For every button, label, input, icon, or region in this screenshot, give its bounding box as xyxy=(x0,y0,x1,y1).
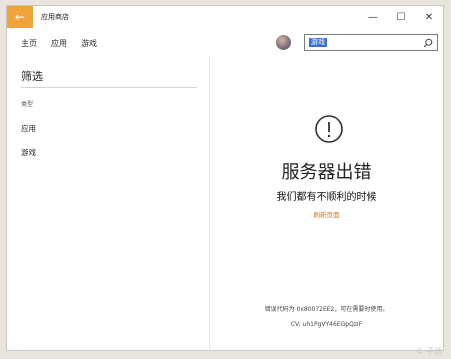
filter-title: 筛选 xyxy=(21,70,43,83)
avatar[interactable] xyxy=(276,35,291,50)
error-subtitle: 我们都有不顺利的时候 xyxy=(276,192,377,203)
divider xyxy=(21,87,197,88)
filter-type-label: 类型 xyxy=(21,101,34,108)
close-button[interactable]: ✕ xyxy=(415,6,443,28)
search-selected-text: 游戏 xyxy=(309,38,327,47)
search-input[interactable]: 游戏 xyxy=(304,34,438,51)
maximize-button[interactable]: ☐ xyxy=(387,6,415,28)
close-icon: ✕ xyxy=(424,11,434,23)
arrow-left-icon: ← xyxy=(14,10,26,24)
back-button[interactable]: ← xyxy=(7,6,33,28)
filter-sidebar: 筛选 类型 应用 游戏 xyxy=(7,56,210,351)
store-window: ← 应用商店 — ☐ ✕ 主页 应用 游戏 游戏 筛选 类型 应用 游戏 服务器… xyxy=(6,5,444,351)
refresh-link[interactable]: 刷新页面 xyxy=(210,209,443,219)
window-controls: — ☐ ✕ xyxy=(359,6,443,28)
error-panel: 服务器出错 我们都有不顺利的时候 刷新页面 错误代码为 0x80072EE2，可… xyxy=(210,56,443,351)
warning-icon xyxy=(315,115,343,143)
nav-item-games[interactable]: 游戏 xyxy=(81,38,97,49)
nav-bar: 主页 应用 游戏 游戏 xyxy=(7,31,443,55)
filter-item-games[interactable]: 游戏 xyxy=(21,147,36,158)
error-code: 错误代码为 0x80072EE2，可在需要时使用。 xyxy=(264,306,389,313)
error-title: 服务器出错 xyxy=(281,162,372,183)
nav-item-home[interactable]: 主页 xyxy=(21,38,37,49)
watermark: © 子炳 xyxy=(415,347,442,356)
title-bar: ← 应用商店 — ☐ ✕ xyxy=(7,6,443,28)
app-title: 应用商店 xyxy=(41,13,69,21)
nav-item-apps[interactable]: 应用 xyxy=(51,38,67,49)
minimize-button[interactable]: — xyxy=(359,6,387,28)
filter-item-apps[interactable]: 应用 xyxy=(21,123,36,134)
search-icon[interactable] xyxy=(423,38,433,48)
cv-code: CV: uh1PgVY46EGpQzIF xyxy=(290,321,363,328)
maximize-icon: ☐ xyxy=(396,11,406,23)
minimize-icon: — xyxy=(368,11,378,23)
